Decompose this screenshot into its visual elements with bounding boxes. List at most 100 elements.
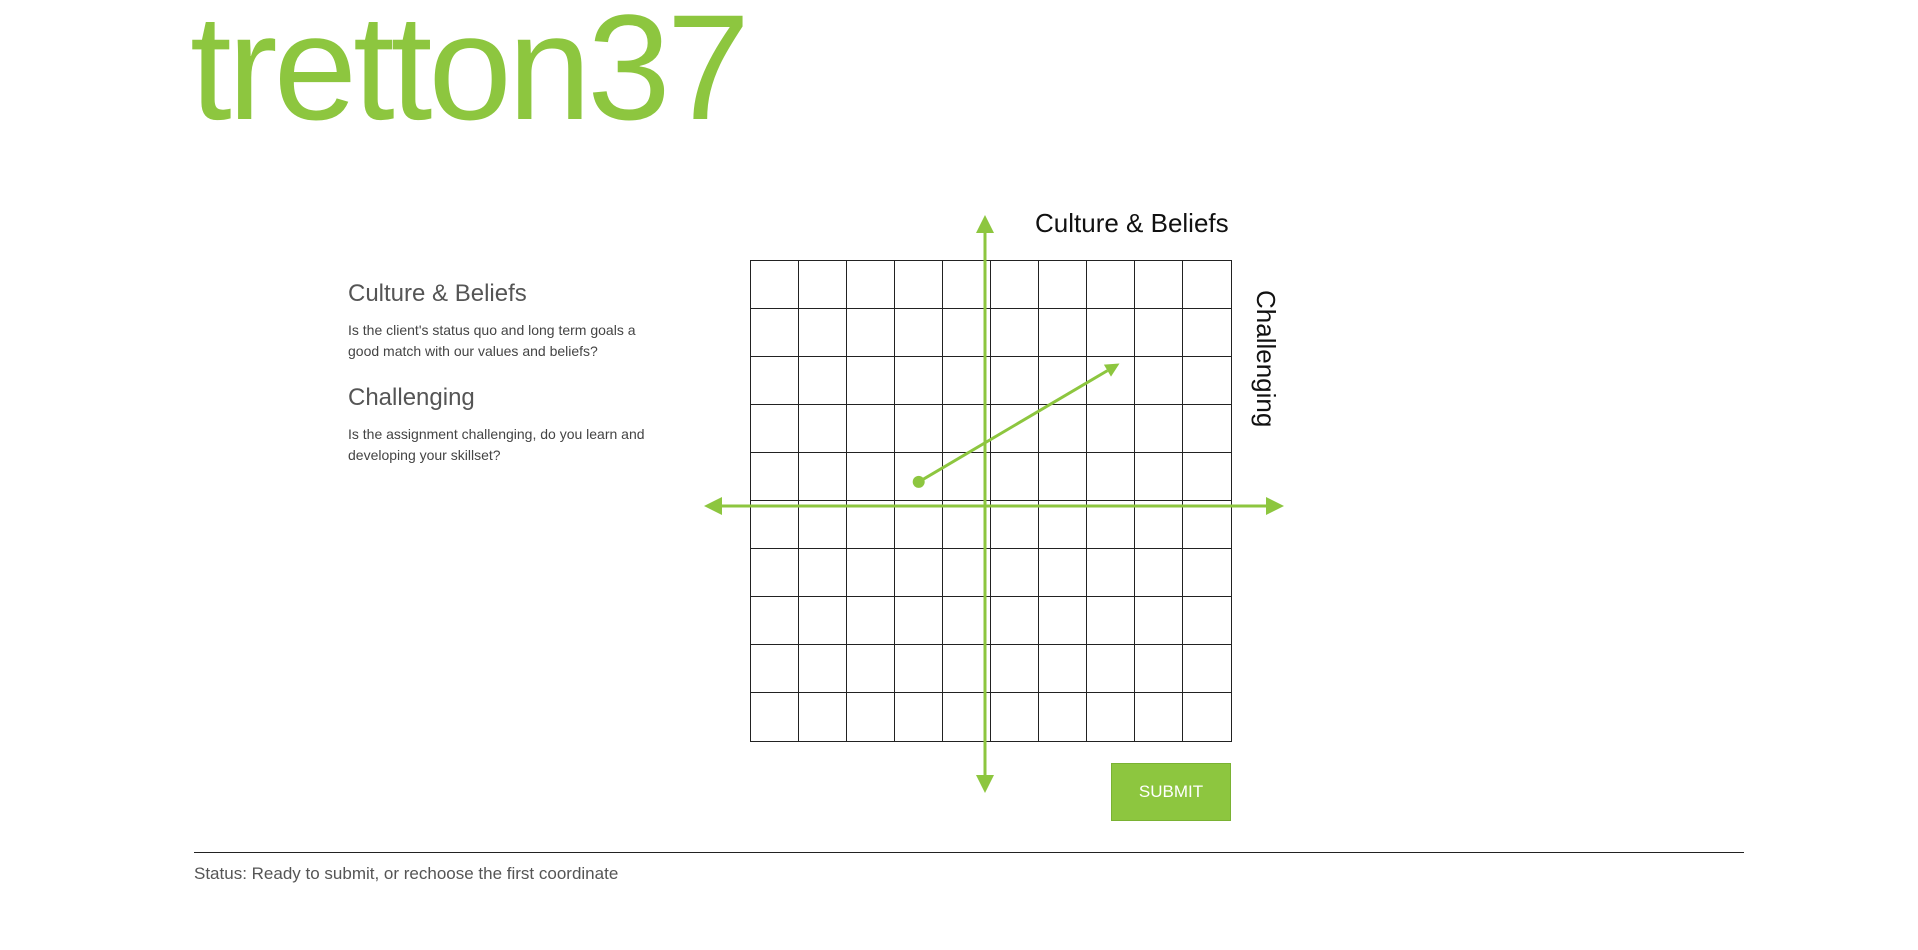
grid-cell[interactable]: [895, 549, 943, 597]
grid-cell[interactable]: [847, 501, 895, 549]
grid-cell[interactable]: [799, 261, 847, 309]
grid-cell[interactable]: [847, 645, 895, 693]
grid-cell[interactable]: [943, 309, 991, 357]
grid-cell[interactable]: [799, 405, 847, 453]
grid-cell[interactable]: [1039, 405, 1087, 453]
grid-cell[interactable]: [799, 453, 847, 501]
grid-cell[interactable]: [1087, 453, 1135, 501]
grid-cell[interactable]: [1183, 405, 1231, 453]
grid-cell[interactable]: [1183, 549, 1231, 597]
grid-cell[interactable]: [895, 501, 943, 549]
grid-cell[interactable]: [943, 645, 991, 693]
grid-cell[interactable]: [1135, 405, 1183, 453]
grid-cell[interactable]: [847, 261, 895, 309]
grid-cell[interactable]: [799, 501, 847, 549]
grid-cell[interactable]: [751, 645, 799, 693]
grid-cell[interactable]: [1039, 261, 1087, 309]
coordinate-grid[interactable]: [750, 260, 1232, 742]
grid-cell[interactable]: [1183, 597, 1231, 645]
grid-cell[interactable]: [1039, 693, 1087, 741]
grid-cell[interactable]: [751, 309, 799, 357]
grid-cell[interactable]: [991, 405, 1039, 453]
grid-cell[interactable]: [847, 405, 895, 453]
grid-cell[interactable]: [991, 309, 1039, 357]
grid-cell[interactable]: [895, 645, 943, 693]
grid-cell[interactable]: [751, 549, 799, 597]
grid-cell[interactable]: [943, 501, 991, 549]
grid-cell[interactable]: [1087, 309, 1135, 357]
grid-cell[interactable]: [1039, 453, 1087, 501]
grid-cell[interactable]: [943, 405, 991, 453]
grid-cell[interactable]: [991, 645, 1039, 693]
grid-cell[interactable]: [847, 549, 895, 597]
grid-cell[interactable]: [1183, 261, 1231, 309]
grid-cell[interactable]: [895, 309, 943, 357]
grid-cell[interactable]: [799, 645, 847, 693]
grid-cell[interactable]: [943, 693, 991, 741]
grid-cell[interactable]: [1183, 309, 1231, 357]
grid-cell[interactable]: [1087, 405, 1135, 453]
grid-cell[interactable]: [943, 357, 991, 405]
grid-cell[interactable]: [799, 693, 847, 741]
grid-cell[interactable]: [1183, 645, 1231, 693]
grid-cell[interactable]: [799, 309, 847, 357]
grid-cell[interactable]: [799, 549, 847, 597]
grid-cell[interactable]: [751, 453, 799, 501]
grid-cell[interactable]: [1039, 597, 1087, 645]
grid-cell[interactable]: [895, 453, 943, 501]
grid-cell[interactable]: [991, 549, 1039, 597]
grid-cell[interactable]: [751, 357, 799, 405]
grid-cell[interactable]: [943, 261, 991, 309]
grid-cell[interactable]: [895, 597, 943, 645]
grid-cell[interactable]: [1087, 597, 1135, 645]
grid-cell[interactable]: [1183, 693, 1231, 741]
grid-cell[interactable]: [991, 261, 1039, 309]
grid-cell[interactable]: [1135, 453, 1183, 501]
grid-cell[interactable]: [895, 405, 943, 453]
grid-cell[interactable]: [751, 597, 799, 645]
grid-cell[interactable]: [943, 597, 991, 645]
grid-cell[interactable]: [1183, 357, 1231, 405]
grid-cell[interactable]: [991, 597, 1039, 645]
grid-cell[interactable]: [847, 693, 895, 741]
grid-cell[interactable]: [1087, 693, 1135, 741]
grid-cell[interactable]: [751, 693, 799, 741]
grid-cell[interactable]: [1135, 357, 1183, 405]
grid-cell[interactable]: [1039, 501, 1087, 549]
grid-cell[interactable]: [1039, 645, 1087, 693]
grid-cell[interactable]: [1183, 501, 1231, 549]
grid-cell[interactable]: [943, 549, 991, 597]
grid-cell[interactable]: [1039, 357, 1087, 405]
grid-cell[interactable]: [751, 405, 799, 453]
grid-cell[interactable]: [991, 357, 1039, 405]
submit-button[interactable]: SUBMIT: [1111, 763, 1231, 821]
grid-cell[interactable]: [1183, 453, 1231, 501]
grid-cell[interactable]: [1135, 261, 1183, 309]
grid-cell[interactable]: [1087, 261, 1135, 309]
grid-cell[interactable]: [1135, 501, 1183, 549]
grid-cell[interactable]: [1087, 549, 1135, 597]
grid-cell[interactable]: [847, 309, 895, 357]
grid-cell[interactable]: [1087, 357, 1135, 405]
grid-cell[interactable]: [751, 261, 799, 309]
grid-cell[interactable]: [991, 693, 1039, 741]
grid-cell[interactable]: [895, 357, 943, 405]
grid-cell[interactable]: [847, 357, 895, 405]
grid-cell[interactable]: [1135, 549, 1183, 597]
grid-cell[interactable]: [1087, 645, 1135, 693]
grid-cell[interactable]: [847, 597, 895, 645]
grid-cell[interactable]: [799, 597, 847, 645]
grid-cell[interactable]: [895, 261, 943, 309]
grid-cell[interactable]: [1135, 645, 1183, 693]
grid-cell[interactable]: [799, 357, 847, 405]
grid-cell[interactable]: [991, 453, 1039, 501]
grid-cell[interactable]: [991, 501, 1039, 549]
grid-cell[interactable]: [1039, 309, 1087, 357]
grid-cell[interactable]: [1135, 693, 1183, 741]
grid-cell[interactable]: [1039, 549, 1087, 597]
grid-cell[interactable]: [847, 453, 895, 501]
grid-cell[interactable]: [751, 501, 799, 549]
grid-cell[interactable]: [1135, 597, 1183, 645]
grid-cell[interactable]: [943, 453, 991, 501]
grid-cell[interactable]: [895, 693, 943, 741]
